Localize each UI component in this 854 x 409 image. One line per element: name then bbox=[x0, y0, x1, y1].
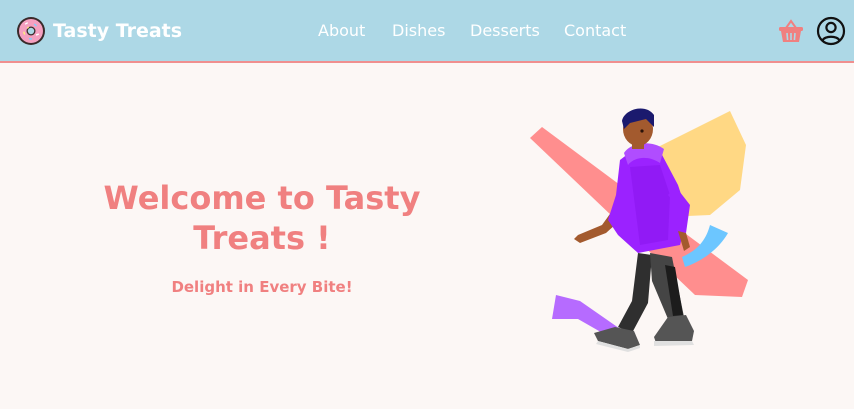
navbar: Tasty Treats About Dishes Desserts Conta… bbox=[0, 0, 854, 63]
donut-icon bbox=[17, 17, 45, 45]
hero-subtitle: Delight in Every Bite! bbox=[171, 278, 353, 296]
nav-link-dishes[interactable]: Dishes bbox=[392, 21, 445, 40]
brand-logo-link[interactable]: Tasty Treats bbox=[16, 16, 182, 46]
walking-person-illustration bbox=[530, 108, 748, 352]
nav-link-about[interactable]: About bbox=[318, 21, 365, 40]
brand-name: Tasty Treats bbox=[53, 20, 183, 42]
nav-link-contact[interactable]: Contact bbox=[564, 21, 626, 40]
hero-title: Welcome to Tasty Treats ! bbox=[103, 179, 421, 257]
user-circle-icon[interactable] bbox=[816, 16, 846, 46]
nav-link-desserts[interactable]: Desserts bbox=[470, 21, 540, 40]
shopping-basket-icon[interactable] bbox=[777, 17, 805, 45]
